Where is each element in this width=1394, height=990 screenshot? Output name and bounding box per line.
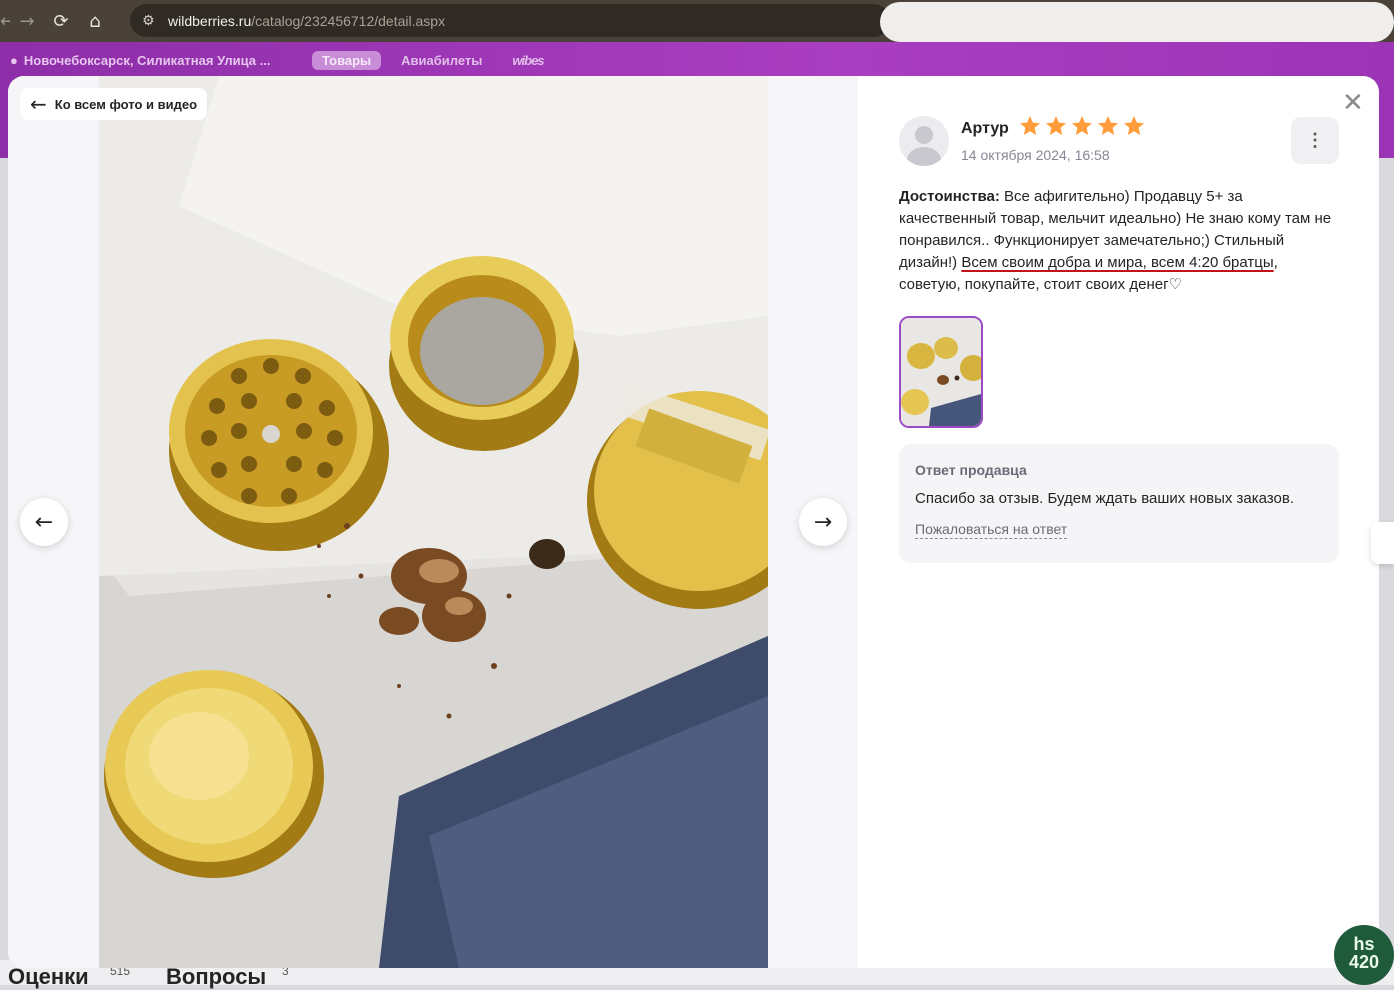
seller-reply-body: Спасибо за отзыв. Будем ждать ваших новы… [915, 490, 1294, 507]
review-photo [99, 76, 768, 968]
location-text: Новочебоксарск, Силикатная Улица ... [23, 53, 271, 68]
address-bar[interactable]: ⚙ wildberries.ru/catalog/232456712/detai… [130, 4, 890, 37]
more-vertical-icon: ⋮ [1306, 130, 1324, 150]
report-reply-link[interactable]: Пожаловаться на ответ [915, 521, 1068, 539]
site-tabs: Товары Авиабилеты wibes [312, 51, 554, 70]
site-settings-icon[interactable]: ⚙ [142, 13, 168, 29]
watermark-logo: hs 420 [1334, 925, 1394, 985]
review-author: Артур [961, 120, 1009, 137]
star-icon [1072, 116, 1092, 135]
more-options-button[interactable]: ⋮ [1291, 117, 1339, 164]
arrow-left-icon: ← [34, 509, 54, 535]
rating-stars [1018, 114, 1146, 138]
browser-toolbar: ← → ⟳ ⌂ ⚙ wildberries.ru/catalog/2324567… [0, 0, 1394, 42]
close-icon[interactable]: ✕ [1342, 88, 1364, 118]
url-domain: wildberries.ru [168, 12, 252, 29]
tab-goods[interactable]: Товары [312, 51, 382, 70]
review-text-underlined: Всем своим добра и мира, всем 4:20 братц… [961, 254, 1274, 271]
delivery-location[interactable]: ● Новочебоксарск, Силикатная Улица ... [10, 53, 270, 68]
star-icon [1046, 116, 1066, 135]
reload-icon[interactable]: ⟳ [44, 11, 78, 32]
photo-gallery: ← Ко всем фото и видео ← → [8, 76, 858, 968]
blurred-area [880, 2, 1394, 42]
home-icon[interactable]: ⌂ [78, 11, 112, 32]
back-to-all-media-label: Ко всем фото и видео [54, 96, 198, 112]
location-pin-icon: ● [10, 53, 18, 68]
seller-reply: Ответ продавца Спасибо за отзыв. Будем ж… [899, 444, 1339, 563]
review-photo-thumbnail[interactable] [899, 316, 983, 428]
arrow-left-icon: ← [30, 92, 47, 116]
star-icon [1124, 116, 1144, 135]
tab-flights[interactable]: Авиабилеты [391, 51, 492, 70]
watermark-line1: hs [1353, 934, 1375, 954]
star-icon [1020, 116, 1040, 135]
url-path: /catalog/232456712/detail.aspx [251, 12, 446, 29]
back-icon[interactable]: ← [0, 11, 10, 32]
forward-icon[interactable]: → [10, 11, 44, 32]
arrow-right-icon: → [813, 509, 833, 535]
tab-wibes[interactable]: wibes [502, 51, 553, 70]
star-icon [1098, 116, 1118, 135]
avatar [899, 116, 949, 166]
previous-photo-button[interactable]: ← [20, 498, 68, 546]
review-modal: ← Ко всем фото и видео ← → ✕ Артур 14 ок… [8, 76, 1379, 968]
seller-reply-title: Ответ продавца [915, 462, 1027, 478]
watermark-line2: 420 [1348, 952, 1380, 972]
review-date: 14 октября 2024, 16:58 [961, 147, 1110, 163]
side-widget[interactable] [1371, 522, 1394, 564]
next-photo-button[interactable]: → [799, 498, 847, 546]
review-pros-label: Достоинства: [899, 188, 1000, 205]
review-text: Достоинства: Все афигительно) Продавцу 5… [899, 186, 1339, 296]
back-to-all-media-button[interactable]: ← Ко всем фото и видео [20, 88, 208, 120]
